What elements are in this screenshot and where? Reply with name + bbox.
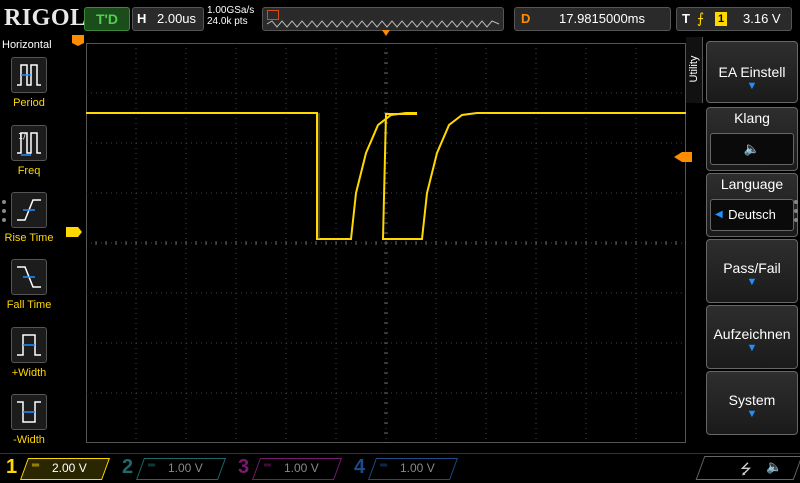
channel1-number: 1 [6,456,18,478]
delay-display[interactable]: D 17.9815000ms [514,7,671,31]
acquisition-info: 1.00GSa/s 24.0k pts [207,5,254,27]
measure-fall-time-button[interactable]: Fall Time [0,259,58,311]
aufzeichnen-label: Aufzeichnen [713,326,791,342]
waveform-overview-icon [266,20,500,28]
dc-coupling-icon: ═ [380,460,388,471]
chevron-left-icon: ◀ [715,209,723,220]
system-label: System [728,392,776,408]
period-icon [11,57,47,93]
channel2-tab[interactable]: 2 ═ 1.00 V [116,456,231,480]
left-page-dots [2,200,6,227]
utility-tab[interactable]: Utility [686,37,703,103]
right-page-dots [794,200,798,227]
klang-value[interactable]: 🔈 [710,133,794,165]
memory-depth: 24.0k pts [207,16,248,27]
chevron-down-icon: ▼ [746,80,758,92]
horizontal-label: H [137,11,147,26]
brand-logo: RIGOL [4,5,87,31]
channel-bar: 1 ═ 2.00 V 2 ═ 1.00 V 3 ═ 1.00 V 4 ═ 1.0… [0,453,800,481]
aufzeichnen-button[interactable]: Aufzeichnen ▼ [706,305,798,369]
rise-time-label: Rise Time [4,232,54,244]
fall-time-icon [11,259,47,295]
delay-value: 17.9815000ms [559,11,646,26]
channel1-scale: 2.00 V [52,461,87,475]
chevron-down-icon: ▼ [746,276,758,288]
timebase-value: 2.00us [157,11,197,26]
measure-menu: Horizontal Period 1/ Freq Rise Time Fall… [0,37,58,453]
trigger-source-badge: 1 [715,12,727,26]
chevron-down-icon: ▼ [746,408,758,420]
system-button[interactable]: System ▼ [706,371,798,435]
horizontal-timebase[interactable]: H 2.00us [132,7,204,31]
utility-menu: Utility EA Einstell ▼ Klang 🔈 Language ◀… [686,37,800,453]
trigger-status-badge: T'D [84,7,130,31]
measure-menu-title: Horizontal [2,39,52,51]
freq-icon: 1/ [11,125,47,161]
trigger-label: T [682,11,690,26]
sample-rate: 1.00GSa/s [207,5,255,16]
period-label: Period [13,97,45,109]
neg-width-label: -Width [13,434,45,446]
chevron-down-icon: ▼ [746,342,758,354]
neg-width-icon [11,394,47,430]
pass-fail-button[interactable]: Pass/Fail ▼ [706,239,798,303]
channel1-ground-marker-icon [66,227,82,237]
trigger-level-value: 3.16 V [743,11,781,26]
utility-tab-label: Utility [688,55,700,83]
trigger-display[interactable]: T ⨍ 1 3.16 V [676,7,792,31]
language-value[interactable]: ◀ Deutsch [710,199,794,231]
usb-icon: ⭍ [740,461,752,477]
dc-coupling-icon: ═ [264,460,272,471]
dc-coupling-icon: ═ [32,460,40,471]
speaker-icon: 🔈 [766,459,783,474]
freq-label: Freq [17,165,41,177]
channel1-tab[interactable]: 1 ═ 2.00 V [0,456,115,480]
pos-width-label: +Width [11,367,47,379]
pos-width-icon [11,327,47,363]
top-status-bar: RIGOL T'D H 2.00us 1.00GSa/s 24.0k pts D… [0,0,800,36]
delay-label: D [521,11,531,26]
marker-glyphs [66,30,692,237]
measure-neg-width-button[interactable]: -Width [0,394,58,446]
channel4-tab[interactable]: 4 ═ 1.00 V [348,456,463,480]
measure-pos-width-button[interactable]: +Width [0,327,58,379]
channel2-number: 2 [122,456,134,478]
language-value-text: Deutsch [728,207,776,222]
ea-einstell-button[interactable]: EA Einstell ▼ [706,41,798,103]
measure-freq-button[interactable]: 1/ Freq [0,125,58,177]
channel3-tab[interactable]: 3 ═ 1.00 V [232,456,347,480]
channel4-scale: 1.00 V [400,461,435,475]
fall-time-label: Fall Time [6,299,52,311]
measure-rise-time-button[interactable]: Rise Time [0,192,58,244]
channel3-number: 3 [238,456,250,478]
dc-coupling-icon: ═ [148,460,156,471]
klang-label: Klang [734,110,770,126]
channel4-number: 4 [354,456,366,478]
channel2-scale: 1.00 V [168,461,203,475]
channel3-scale: 1.00 V [284,461,319,475]
svg-text:1/: 1/ [18,132,26,141]
trigger-position-marker-icon [72,35,84,46]
memory-overview-bar[interactable] [262,7,504,31]
rise-time-icon [11,192,47,228]
ea-einstell-label: EA Einstell [718,64,786,80]
rising-edge-icon: ⨍ [697,10,705,26]
measure-period-button[interactable]: Period [0,57,58,109]
language-label: Language [720,176,784,192]
pass-fail-label: Pass/Fail [723,260,781,276]
speaker-icon: 🔈 [743,141,761,156]
